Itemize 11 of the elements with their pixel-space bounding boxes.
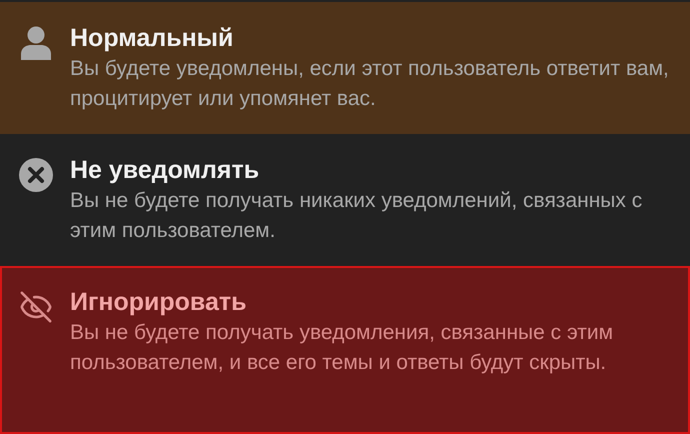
person-icon [20, 26, 52, 60]
option-description: Вы не будете получать уведомления, связанные с этим пользователем, и все его темы и ответы будут скрыты. [70, 320, 614, 376]
notification-option[interactable]: Игнорировать Вы не будете получать уведомления, связанные с этим пользователем, и все его темы и ответы будут скрыты. [0, 266, 690, 434]
option-description: Вы не будете получать никаких уведомлений, связанных с этим пользователем. [70, 188, 644, 244]
option-title: Игнорировать [70, 287, 248, 318]
notification-option[interactable]: Нормальный Вы будете уведомлены, если этот пользователь ответит вам, процитирует или упомянет вас. [0, 2, 690, 134]
option-description: Вы будете уведомлены, если этот пользователь ответит вам, процитирует или упомянет вас. [70, 56, 670, 112]
eye-off-icon [19, 290, 53, 324]
option-title: Нормальный [70, 23, 234, 54]
close-icon [19, 158, 53, 192]
option-title: Не уведомлять [70, 155, 260, 186]
